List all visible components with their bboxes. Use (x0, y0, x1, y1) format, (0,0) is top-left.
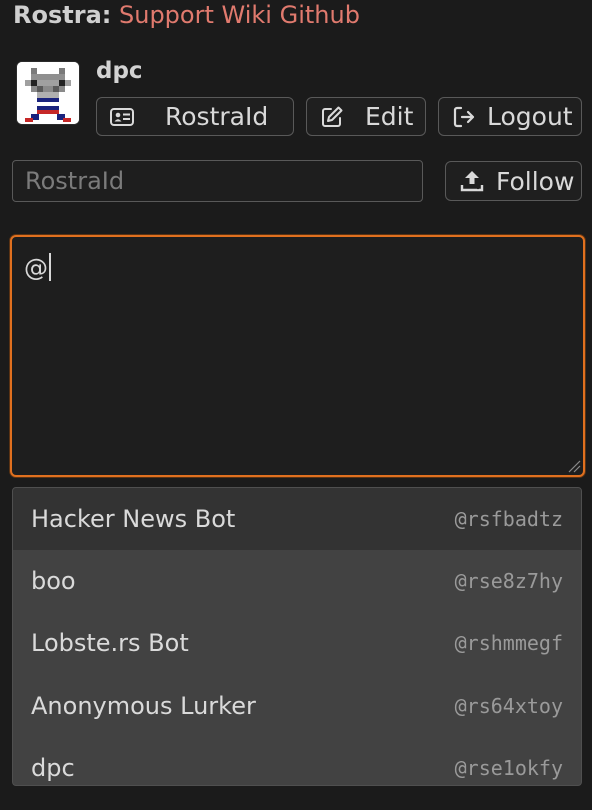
page: Rostra: Support Wiki Github dpc RostraId… (0, 0, 592, 810)
suggestion-handle: @rs64xtoy (454, 694, 563, 718)
suggestion-name: Hacker News Bot (31, 505, 236, 533)
suggestion-handle: @rsfbadtz (454, 507, 563, 531)
profile-username: dpc (96, 58, 143, 84)
brand-label: Rostra: (13, 1, 112, 29)
suggestion-item[interactable]: Hacker News Bot @rsfbadtz (13, 488, 581, 550)
edit-icon (319, 105, 345, 129)
rostraid-button[interactable]: RostraId (96, 97, 294, 136)
suggestion-item[interactable]: Lobste.rs Bot @rshmmegf (13, 612, 581, 674)
suggestion-handle: @rse1okfy (454, 756, 563, 780)
id-card-icon (109, 107, 135, 127)
suggestion-name: dpc (31, 754, 75, 782)
suggestion-handle: @rse8z7hy (454, 569, 563, 593)
text-caret (49, 253, 51, 281)
follow-button-label: Follow (496, 166, 575, 196)
follow-rostraid-input[interactable] (12, 160, 423, 202)
suggestion-item[interactable]: dpc @rse1okfy (13, 737, 581, 785)
nav-link-github[interactable]: Github (280, 1, 360, 29)
top-nav: Rostra: Support Wiki Github (13, 0, 360, 30)
mention-suggestions-list: Hacker News Bot @rsfbadtz boo @rse8z7hy … (12, 487, 582, 786)
resize-handle-icon[interactable] (567, 459, 581, 473)
logout-button-label: Logout (487, 102, 573, 131)
suggestion-item[interactable]: boo @rse8z7hy (13, 550, 581, 612)
rostraid-button-label: RostraId (165, 102, 269, 131)
post-composer-textarea[interactable]: @ (10, 235, 585, 477)
suggestion-name: Lobste.rs Bot (31, 629, 189, 657)
suggestion-name: boo (31, 567, 76, 595)
avatar[interactable] (16, 61, 80, 125)
nav-link-wiki[interactable]: Wiki (222, 1, 272, 29)
logout-icon (451, 105, 477, 129)
edit-button-label: Edit (365, 102, 414, 131)
edit-button[interactable]: Edit (306, 97, 426, 136)
composer-value: @ (24, 254, 48, 282)
suggestion-item[interactable]: Anonymous Lurker @rs64xtoy (13, 675, 581, 737)
suggestion-handle: @rshmmegf (454, 631, 563, 655)
logout-button[interactable]: Logout (438, 97, 582, 136)
follow-button[interactable]: Follow (445, 161, 582, 201)
suggestion-name: Anonymous Lurker (31, 692, 256, 720)
avatar-image (17, 62, 79, 124)
composer-text: @ (24, 253, 51, 283)
upload-icon (458, 168, 486, 194)
nav-link-support[interactable]: Support (119, 1, 214, 29)
